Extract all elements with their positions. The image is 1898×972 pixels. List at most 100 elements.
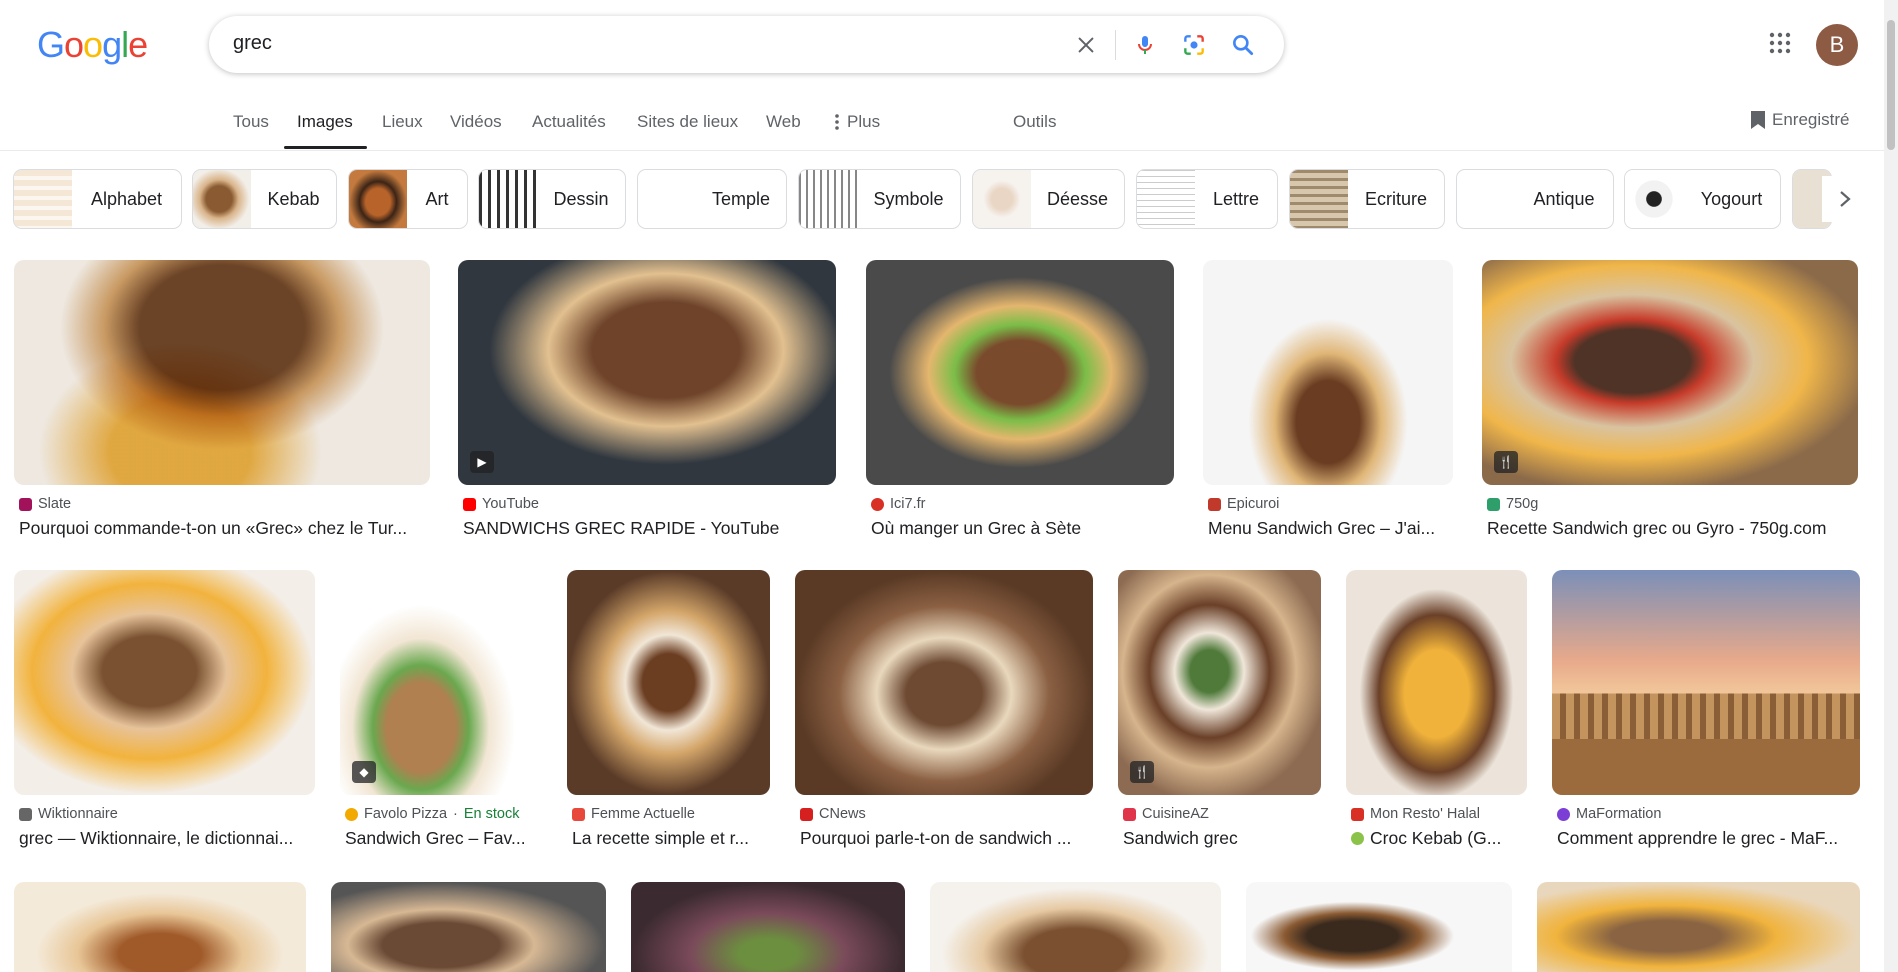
tab-videos[interactable]: Vidéos	[450, 112, 502, 132]
result-thumbnail	[1552, 570, 1860, 795]
result-source: Mon Resto' Halal	[1351, 806, 1480, 822]
search-icon[interactable]	[1228, 30, 1258, 60]
tag-icon: ◆	[352, 761, 376, 783]
result-source: MaFormation	[1557, 806, 1661, 822]
chip-label: Art	[425, 188, 449, 209]
result-thumbnail[interactable]	[14, 882, 306, 972]
chip-temple[interactable]: Temple	[637, 169, 787, 229]
chip-lettre[interactable]: Lettre	[1136, 169, 1278, 229]
result-title[interactable]: SANDWICHS GREC RAPIDE - YouTube	[463, 518, 835, 539]
source-favicon	[800, 807, 813, 821]
chip-thumbnail	[349, 170, 407, 228]
search-box[interactable]: grec	[209, 16, 1284, 73]
image-result[interactable]: Epicuroi Menu Sandwich Grec – J'ai...	[1203, 260, 1453, 540]
chip-label: Alphabet	[90, 188, 163, 209]
chip-ecriture[interactable]: Ecriture	[1289, 169, 1445, 229]
chip-symbole[interactable]: Symbole	[798, 169, 961, 229]
image-result[interactable]: ▶ YouTube SANDWICHS GREC RAPIDE - YouTub…	[458, 260, 836, 540]
lens-icon[interactable]	[1179, 30, 1209, 60]
account-avatar[interactable]: B	[1816, 24, 1858, 66]
result-thumbnail	[14, 260, 430, 485]
result-title[interactable]: Sandwich grec	[1123, 828, 1320, 849]
chip-kebab[interactable]: Kebab	[192, 169, 337, 229]
result-source: Femme Actuelle	[572, 806, 695, 822]
result-thumbnail[interactable]	[930, 882, 1221, 972]
search-input[interactable]: grec	[233, 32, 272, 55]
chip-thumbnail	[193, 170, 251, 228]
tab-actualites[interactable]: Actualités	[532, 112, 606, 132]
image-result[interactable]: Wiktionnaire grec — Wiktionnaire, le dic…	[14, 570, 315, 850]
image-result[interactable]: MaFormation Comment apprendre le grec - …	[1552, 570, 1860, 850]
image-result[interactable]: CNews Pourquoi parle-t-on de sandwich ..…	[795, 570, 1093, 850]
result-thumbnail	[1346, 570, 1527, 795]
result-title[interactable]: Pourquoi parle-t-on de sandwich ...	[800, 828, 1092, 849]
result-title[interactable]: Pourquoi commande-t-on un «Grec» chez le…	[19, 518, 429, 539]
source-name: Epicuroi	[1227, 496, 1280, 512]
source-name: YouTube	[482, 496, 539, 512]
result-title[interactable]: Où manger un Grec à Sète	[871, 518, 1173, 539]
chip-yogourt[interactable]: Yogourt	[1624, 169, 1781, 229]
scrollbar[interactable]	[1884, 0, 1898, 972]
tab-plus[interactable]: Plus	[835, 112, 880, 132]
clear-search-icon[interactable]	[1071, 30, 1101, 60]
result-thumbnail: 🍴	[1118, 570, 1321, 795]
source-name: Wiktionnaire	[38, 806, 118, 822]
source-favicon	[572, 807, 585, 821]
microphone-icon[interactable]	[1130, 30, 1160, 60]
image-result[interactable]: Ici7.fr Où manger un Grec à Sète	[866, 260, 1174, 540]
source-name: CNews	[819, 806, 866, 822]
chip-label: Yogourt	[1700, 188, 1763, 209]
tab-images[interactable]: Images	[297, 112, 353, 132]
result-thumbnail[interactable]	[631, 882, 905, 972]
scrollbar-thumb[interactable]	[1887, 20, 1895, 150]
result-thumbnail	[1203, 260, 1453, 485]
result-title[interactable]: Recette Sandwich grec ou Gyro - 750g.com	[1487, 518, 1863, 539]
image-result[interactable]: Femme Actuelle La recette simple et r...	[567, 570, 770, 850]
result-thumbnail[interactable]	[331, 882, 606, 972]
more-vert-icon	[835, 114, 839, 130]
recipe-icon: 🍴	[1130, 761, 1154, 783]
source-favicon	[463, 497, 476, 511]
chip-label: Kebab	[267, 188, 320, 209]
chip-thumbnail	[1625, 170, 1683, 228]
chip-alphabet[interactable]: Alphabet	[13, 169, 182, 229]
chip-thumbnail	[973, 170, 1031, 228]
tools-button[interactable]: Outils	[1013, 112, 1056, 132]
result-title[interactable]: Sandwich Grec – Fav...	[345, 828, 541, 849]
result-thumbnail	[567, 570, 770, 795]
tab-sites-de-lieux[interactable]: Sites de lieux	[637, 112, 738, 132]
chip-deesse[interactable]: Déesse	[972, 169, 1125, 229]
chip-label: Dessin	[553, 188, 609, 209]
chip-label: Antique	[1533, 188, 1595, 209]
result-title[interactable]: Croc Kebab (G...	[1351, 828, 1526, 849]
result-title[interactable]: La recette simple et r...	[572, 828, 769, 849]
image-result[interactable]: ◆ Favolo Pizza · En stock Sandwich Grec …	[340, 570, 542, 850]
apps-grid-icon[interactable]	[1768, 31, 1792, 55]
chevron-right-icon[interactable]	[1822, 176, 1868, 222]
result-title[interactable]: Comment apprendre le grec - MaF...	[1557, 828, 1859, 849]
result-thumbnail[interactable]	[1537, 882, 1860, 972]
image-result[interactable]: 🍴 CuisineAZ Sandwich grec	[1118, 570, 1321, 850]
chip-art[interactable]: Art	[348, 169, 468, 229]
recipe-icon: 🍴	[1494, 451, 1518, 473]
tab-lieux[interactable]: Lieux	[382, 112, 423, 132]
result-source: YouTube	[463, 496, 539, 512]
result-thumbnail	[866, 260, 1174, 485]
tab-web[interactable]: Web	[766, 112, 801, 132]
result-title-text: Croc Kebab (G...	[1370, 828, 1502, 848]
image-result[interactable]: Slate Pourquoi commande-t-on un «Grec» c…	[14, 260, 430, 540]
image-result[interactable]: Mon Resto' Halal Croc Kebab (G...	[1346, 570, 1527, 850]
saved-button[interactable]: Enregistré	[1750, 110, 1849, 130]
tab-tous[interactable]: Tous	[233, 112, 269, 132]
result-title[interactable]: Menu Sandwich Grec – J'ai...	[1208, 518, 1452, 539]
source-favicon	[1351, 807, 1364, 821]
result-title[interactable]: grec — Wiktionnaire, le dictionnai...	[19, 828, 314, 849]
image-result[interactable]: 🍴 750g Recette Sandwich grec ou Gyro - 7…	[1482, 260, 1858, 540]
google-logo[interactable]: Google	[37, 24, 148, 66]
chip-antique[interactable]: Antique	[1456, 169, 1614, 229]
chip-dessin[interactable]: Dessin	[478, 169, 626, 229]
result-thumbnail[interactable]	[1246, 882, 1512, 972]
source-name: Mon Resto' Halal	[1370, 806, 1480, 822]
source-name: 750g	[1506, 496, 1539, 512]
source-favicon	[871, 497, 884, 511]
